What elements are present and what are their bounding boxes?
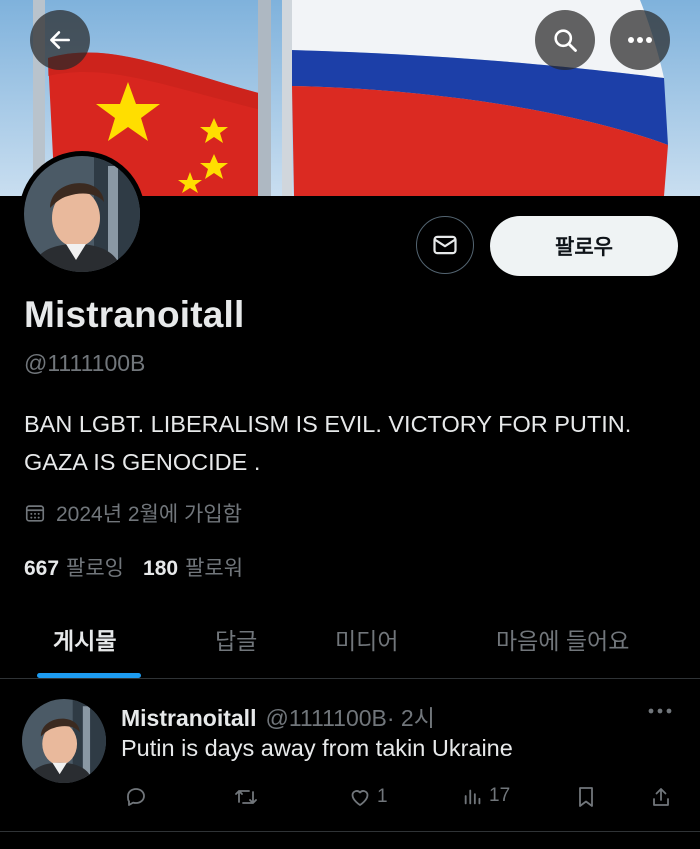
avatar-image <box>24 156 140 272</box>
share-button[interactable] <box>650 785 672 809</box>
followers-link[interactable]: 180 팔로워 <box>143 552 243 582</box>
search-button[interactable] <box>535 10 595 70</box>
follow-stats: 667 팔로잉 180 팔로워 <box>24 552 243 582</box>
back-button[interactable] <box>30 10 90 70</box>
join-date-text: 2024년 2월에 가입함 <box>56 503 242 526</box>
tab-posts[interactable]: 게시물 <box>53 600 116 677</box>
tab-media[interactable]: 미디어 <box>335 600 398 677</box>
more-icon <box>628 37 652 43</box>
follow-button[interactable]: 팔로우 <box>490 216 678 276</box>
bookmark-button[interactable] <box>575 785 597 809</box>
analytics-icon <box>464 789 481 805</box>
tweet-avatar[interactable] <box>22 699 106 783</box>
message-button[interactable] <box>416 216 474 274</box>
share-icon <box>653 788 669 806</box>
following-label: 팔로잉 <box>66 557 125 580</box>
more-icon <box>648 708 672 714</box>
profile-avatar[interactable] <box>19 151 145 277</box>
bookmark-icon <box>579 787 593 807</box>
more-options-button[interactable] <box>610 10 670 70</box>
followers-count: 180 <box>143 557 179 580</box>
tab-replies[interactable]: 답글 <box>215 600 257 677</box>
search-icon <box>554 29 577 52</box>
profile-tabs: 게시물 답글 미디어 마음에 들어요 <box>0 600 700 679</box>
tweet-timestamp[interactable]: · 2시 <box>387 699 435 733</box>
reply-button[interactable] <box>124 785 153 809</box>
tweet-author-name[interactable]: Mistranoitall <box>121 705 256 732</box>
tweet[interactable]: Mistranoitall @1111100B · 2시 Putin is da… <box>0 679 700 832</box>
retweet-icon <box>235 790 257 804</box>
views-button[interactable]: 17 <box>462 785 510 807</box>
envelope-icon <box>433 235 457 255</box>
view-count: 17 <box>489 785 511 806</box>
active-tab-indicator <box>37 673 141 678</box>
calendar-icon <box>25 505 45 522</box>
tab-likes[interactable]: 마음에 들어요 <box>496 600 629 677</box>
reply-icon <box>127 788 145 806</box>
retweet-button[interactable] <box>233 785 264 809</box>
tweet-avatar-image <box>22 699 106 783</box>
display-name: Mistranoitall <box>24 294 245 335</box>
profile-handle: @1111100B <box>24 350 146 376</box>
heart-icon <box>351 790 369 806</box>
following-count: 667 <box>24 557 60 580</box>
tweet-more-button[interactable] <box>646 703 674 721</box>
following-link[interactable]: 667 팔로잉 <box>24 552 124 582</box>
join-date: 2024년 2월에 가입함 <box>24 498 242 528</box>
tweet-text: Putin is days away from takin Ukraine <box>121 735 513 761</box>
like-button[interactable]: 1 <box>348 785 388 809</box>
like-count: 1 <box>377 786 388 807</box>
tweet-author-handle[interactable]: @1111100B <box>265 705 386 732</box>
followers-label: 팔로워 <box>185 557 244 580</box>
tweet-header: Mistranoitall @1111100B · 2시 <box>121 699 435 733</box>
profile-bio: BAN LGBT. LIBERALISM IS EVIL. VICTORY FO… <box>24 411 632 475</box>
back-arrow-icon <box>50 31 70 49</box>
